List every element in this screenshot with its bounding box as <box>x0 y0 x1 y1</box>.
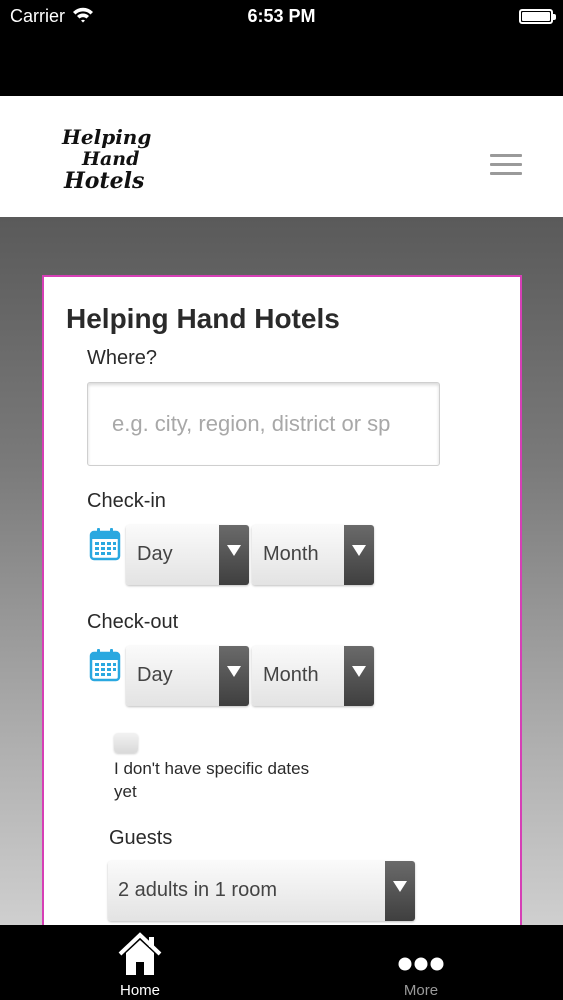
helping-hand-hotels-logo[interactable]: Helping Hand Hotels <box>60 122 170 194</box>
tab-home-label: Home <box>119 982 160 999</box>
content-area: Helping Hand Hotels Where? Check-in Day <box>0 217 563 925</box>
checkin-month-select[interactable]: Month <box>252 525 374 585</box>
where-input[interactable] <box>87 382 440 466</box>
checkin-day-value: Day <box>137 543 173 565</box>
bottom-tab-bar: Home More <box>0 925 563 1000</box>
chevron-down-icon <box>219 646 249 706</box>
top-band <box>0 34 563 96</box>
no-dates-label: I don't have specific dates yet <box>114 759 310 801</box>
status-time: 6:53 PM <box>247 6 316 26</box>
guests-select[interactable]: 2 adults in 1 room <box>108 861 415 921</box>
logo-line-2: Hand <box>81 148 139 170</box>
guests-label: Guests <box>109 827 173 849</box>
more-dots-icon <box>397 957 445 971</box>
guests-value: 2 adults in 1 room <box>118 879 277 901</box>
chevron-down-icon <box>344 525 374 585</box>
tab-more-label: More <box>403 982 439 999</box>
checkout-month-select[interactable]: Month <box>252 646 374 706</box>
tab-more[interactable]: More <box>361 925 481 1000</box>
checkin-month-value: Month <box>263 543 319 565</box>
checkin-day-select[interactable]: Day <box>126 525 249 585</box>
logo-line-1: Helping <box>61 125 151 149</box>
where-label: Where? <box>87 347 158 369</box>
status-bar: Carrier 6:53 PM <box>0 0 563 34</box>
form-title: Helping Hand Hotels <box>66 303 340 334</box>
chevron-down-icon <box>219 525 249 585</box>
chevron-down-icon <box>344 646 374 706</box>
no-dates-checkbox[interactable] <box>114 733 138 753</box>
home-icon <box>116 931 164 977</box>
logo-line-3: Hotels <box>63 168 144 194</box>
app-header: Helping Hand Hotels <box>0 96 563 217</box>
checkout-day-value: Day <box>137 664 173 686</box>
checkout-day-select[interactable]: Day <box>126 646 249 706</box>
hamburger-menu-icon[interactable] <box>485 148 525 182</box>
tab-home[interactable]: Home <box>80 925 200 1000</box>
calendar-icon[interactable] <box>89 648 121 682</box>
checkout-month-value: Month <box>263 664 319 686</box>
search-form-card: Helping Hand Hotels Where? Check-in Day <box>42 275 522 925</box>
checkout-label: Check-out <box>87 611 179 633</box>
checkin-label: Check-in <box>87 490 166 512</box>
chevron-down-icon <box>385 861 415 921</box>
calendar-icon[interactable] <box>89 527 121 561</box>
battery-icon <box>519 9 556 24</box>
